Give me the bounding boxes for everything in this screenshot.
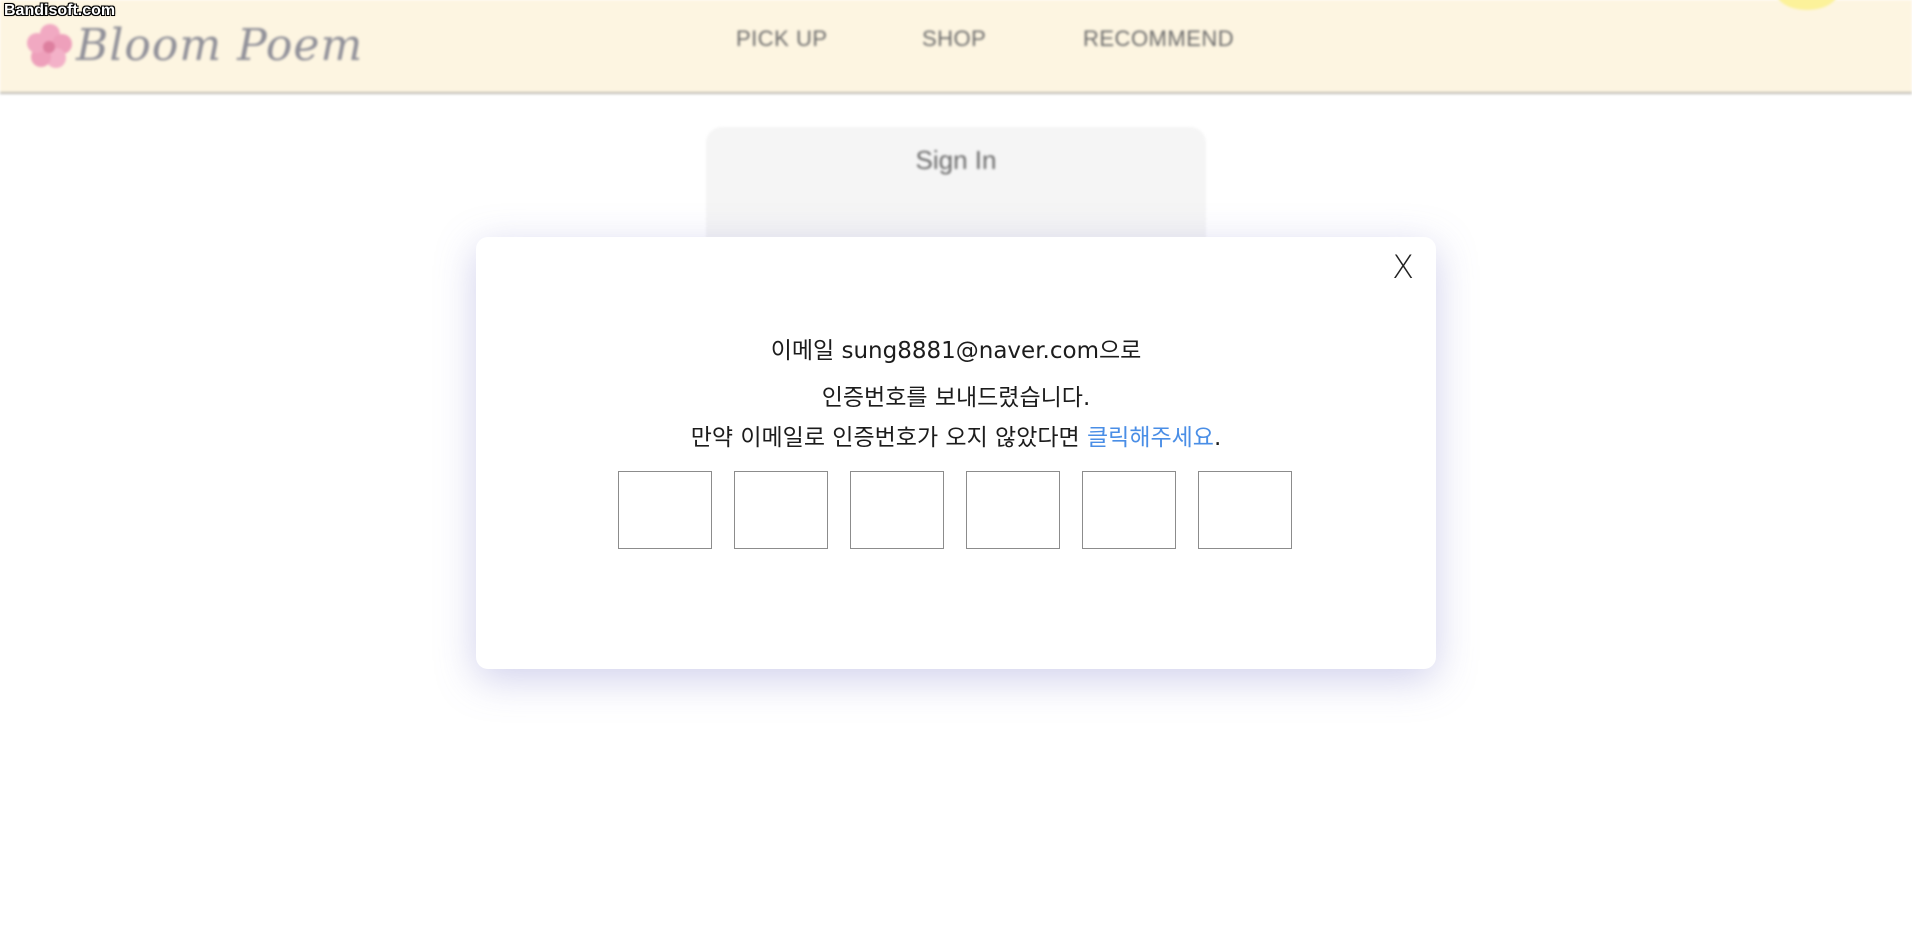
resend-message: 만약 이메일로 인증번호가 오지 않았다면 클릭해주세요. [476,418,1436,452]
page: Bloom Poem PICK UP SHOP RECOMMEND Sign I… [0,0,1912,950]
code-digit-4[interactable] [966,471,1060,549]
code-digit-2[interactable] [734,471,828,549]
close-button[interactable]: X [1392,251,1414,283]
verification-modal: X 이메일 sung8881@naver.com으로 인증번호를 보내드렸습니다… [476,237,1436,669]
watermark-text: Bandisoft.com [4,2,116,19]
resend-suffix: . [1213,425,1222,451]
main-nav: PICK UP SHOP RECOMMEND [0,26,1912,56]
signin-title: Sign In [915,145,997,175]
profile-avatar[interactable] [1776,0,1838,10]
nav-item-pick-up[interactable]: PICK UP [736,26,828,52]
resend-prefix: 만약 이메일로 인증번호가 오지 않았다면 [690,425,1087,451]
nav-item-shop[interactable]: SHOP [922,26,986,52]
resend-link[interactable]: 클릭해주세요 [1087,425,1214,451]
code-digit-3[interactable] [850,471,944,549]
header-bar: Bloom Poem PICK UP SHOP RECOMMEND [0,0,1912,94]
nav-item-recommend[interactable]: RECOMMEND [1083,26,1234,52]
code-digit-6[interactable] [1198,471,1292,549]
code-digit-1[interactable] [618,471,712,549]
email-sent-message: 이메일 sung8881@naver.com으로 [770,338,1142,364]
code-sent-message: 인증번호를 보내드렸습니다. [821,385,1091,411]
code-digit-5[interactable] [1082,471,1176,549]
